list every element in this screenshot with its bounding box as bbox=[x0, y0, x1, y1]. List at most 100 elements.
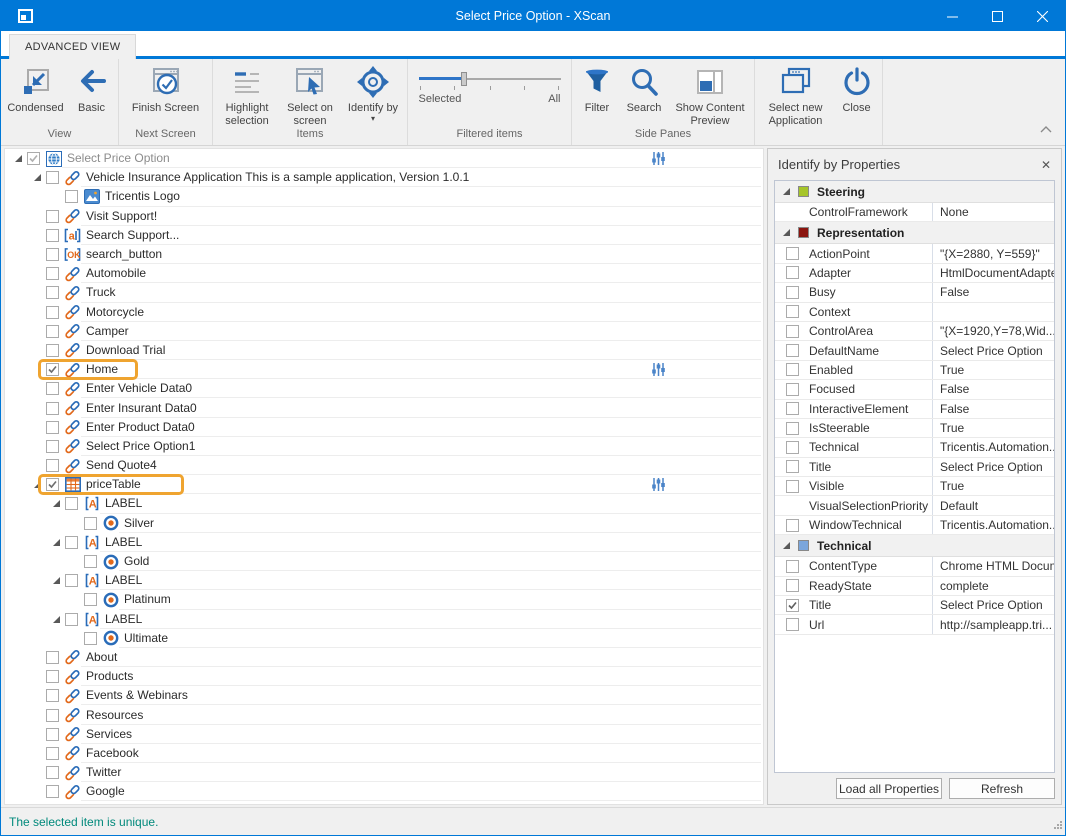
property-checkbox[interactable] bbox=[786, 363, 799, 376]
expander-icon[interactable] bbox=[53, 577, 60, 584]
property-checkbox[interactable] bbox=[786, 286, 799, 299]
tree-row[interactable]: Download Trial bbox=[5, 341, 763, 360]
tree-item-checkbox[interactable] bbox=[65, 613, 78, 626]
show-content-preview-button[interactable]: Show Content Preview bbox=[668, 62, 752, 128]
tree-item-checkbox[interactable] bbox=[46, 440, 59, 453]
collapse-ribbon-chevron-icon[interactable] bbox=[1039, 121, 1053, 139]
tree-row[interactable]: ALABEL bbox=[5, 494, 763, 513]
tree-item-checkbox[interactable] bbox=[46, 325, 59, 338]
property-section-header[interactable]: Representation bbox=[775, 222, 1054, 244]
property-row[interactable]: VisualSelectionPriorityDefault bbox=[775, 496, 1054, 515]
identify-filters-icon[interactable] bbox=[651, 151, 666, 169]
search-button[interactable]: Search bbox=[620, 62, 668, 115]
property-checkbox[interactable] bbox=[786, 305, 799, 318]
tree-row[interactable]: Vehicle Insurance Application This is a … bbox=[5, 168, 763, 187]
tree-item-checkbox[interactable] bbox=[46, 670, 59, 683]
property-checkbox[interactable] bbox=[786, 519, 799, 532]
finish-screen-button[interactable]: Finish Screen bbox=[123, 62, 209, 115]
property-checkbox[interactable] bbox=[786, 247, 799, 260]
load-all-properties-button[interactable]: Load all Properties bbox=[836, 778, 942, 799]
tree-row[interactable]: Automobile bbox=[5, 264, 763, 283]
tree-row[interactable]: Enter Vehicle Data0 bbox=[5, 379, 763, 398]
tab-advanced-view[interactable]: ADVANCED VIEW bbox=[9, 34, 136, 59]
tree-item-checkbox[interactable] bbox=[46, 402, 59, 415]
basic-button[interactable]: Basic bbox=[68, 62, 116, 115]
property-checkbox[interactable] bbox=[786, 325, 799, 338]
select-on-screen-button[interactable]: Select on screen bbox=[279, 62, 341, 128]
tree-item-checkbox[interactable] bbox=[46, 171, 59, 184]
property-row[interactable]: EnabledTrue bbox=[775, 361, 1054, 380]
expander-icon[interactable] bbox=[783, 542, 790, 549]
property-row[interactable]: IsSteerableTrue bbox=[775, 419, 1054, 438]
expander-icon[interactable] bbox=[53, 616, 60, 623]
property-row[interactable]: ActionPoint"{X=2880, Y=559}" bbox=[775, 244, 1054, 263]
tree-item-checkbox[interactable] bbox=[46, 286, 59, 299]
tree-row[interactable]: Select Price Option1 bbox=[5, 437, 763, 456]
property-checkbox[interactable] bbox=[786, 579, 799, 592]
property-row[interactable]: ContentTypeChrome HTML Docum... bbox=[775, 557, 1054, 576]
filter-button[interactable]: Filter bbox=[574, 62, 620, 115]
tree-item-checkbox[interactable] bbox=[46, 306, 59, 319]
property-row[interactable]: TitleSelect Price Option bbox=[775, 458, 1054, 477]
resize-grip[interactable] bbox=[1053, 819, 1063, 833]
tree-row[interactable]: Home bbox=[5, 360, 763, 379]
property-checkbox[interactable] bbox=[786, 402, 799, 415]
property-row[interactable]: FocusedFalse bbox=[775, 380, 1054, 399]
tree-row[interactable]: ALABEL bbox=[5, 610, 763, 629]
property-row[interactable]: InteractiveElementFalse bbox=[775, 400, 1054, 419]
expander-icon[interactable] bbox=[783, 188, 790, 195]
refresh-button[interactable]: Refresh bbox=[949, 778, 1055, 799]
tree-row[interactable]: Visit Support! bbox=[5, 207, 763, 226]
maximize-button[interactable] bbox=[975, 1, 1020, 31]
property-checkbox[interactable] bbox=[786, 618, 799, 631]
select-new-application-button[interactable]: Select new Application bbox=[758, 62, 834, 128]
tree-row[interactable]: Facebook bbox=[5, 744, 763, 763]
property-row[interactable]: ReadyStatecomplete bbox=[775, 577, 1054, 596]
tree-row[interactable]: About bbox=[5, 648, 763, 667]
expander-icon[interactable] bbox=[53, 500, 60, 507]
tree-row[interactable]: Products bbox=[5, 667, 763, 686]
tree-item-checkbox[interactable] bbox=[65, 190, 78, 203]
property-checkbox[interactable] bbox=[786, 344, 799, 357]
property-section-header[interactable]: Technical bbox=[775, 535, 1054, 557]
expander-icon[interactable] bbox=[34, 481, 41, 488]
property-row[interactable]: Urlhttp://sampleapp.tri... bbox=[775, 615, 1054, 634]
tree-item-checkbox[interactable] bbox=[84, 517, 97, 530]
identify-filters-icon[interactable] bbox=[651, 362, 666, 380]
expander-icon[interactable] bbox=[34, 174, 41, 181]
panel-close-icon[interactable]: ✕ bbox=[1041, 158, 1051, 172]
property-row[interactable]: ControlArea"{X=1920,Y=78,Wid... bbox=[775, 322, 1054, 341]
tree-row[interactable]: Services bbox=[5, 725, 763, 744]
tree-item-checkbox[interactable] bbox=[65, 497, 78, 510]
property-row[interactable]: Context bbox=[775, 303, 1054, 322]
tree-item-checkbox[interactable] bbox=[46, 709, 59, 722]
close-button[interactable] bbox=[1020, 1, 1065, 31]
tree-row[interactable]: ALABEL bbox=[5, 533, 763, 552]
tree-item-checkbox[interactable] bbox=[46, 728, 59, 741]
close-xscan-button[interactable]: Close bbox=[834, 62, 880, 115]
tree-item-checkbox[interactable] bbox=[46, 689, 59, 702]
property-row[interactable]: AdapterHtmlDocumentAdapter bbox=[775, 264, 1054, 283]
tree-item-checkbox[interactable] bbox=[65, 536, 78, 549]
identify-filters-icon[interactable] bbox=[651, 477, 666, 495]
tree-item-checkbox[interactable] bbox=[84, 593, 97, 606]
tree-row[interactable]: Platinum bbox=[5, 590, 763, 609]
tree-item-checkbox[interactable] bbox=[46, 210, 59, 223]
property-checkbox[interactable] bbox=[786, 480, 799, 493]
tree-row[interactable]: Truck bbox=[5, 283, 763, 302]
tree-row[interactable]: Ultimate bbox=[5, 629, 763, 648]
slider-handle[interactable] bbox=[461, 72, 467, 86]
property-row[interactable]: WindowTechnicalTricentis.Automation... bbox=[775, 516, 1054, 535]
tree-item-checkbox[interactable] bbox=[65, 574, 78, 587]
property-checkbox[interactable] bbox=[786, 599, 799, 612]
tree-row[interactable]: ALABEL bbox=[5, 571, 763, 590]
tree-row[interactable]: Tricentis Logo bbox=[5, 187, 763, 206]
tree-item-checkbox[interactable] bbox=[27, 152, 40, 165]
expander-icon[interactable] bbox=[783, 229, 790, 236]
tree-row[interactable]: Silver bbox=[5, 514, 763, 533]
property-row[interactable]: TechnicalTricentis.Automation... bbox=[775, 438, 1054, 457]
tree-item-checkbox[interactable] bbox=[46, 344, 59, 357]
property-checkbox[interactable] bbox=[786, 422, 799, 435]
property-checkbox[interactable] bbox=[786, 560, 799, 573]
tree-row[interactable]: priceTable bbox=[5, 475, 763, 494]
